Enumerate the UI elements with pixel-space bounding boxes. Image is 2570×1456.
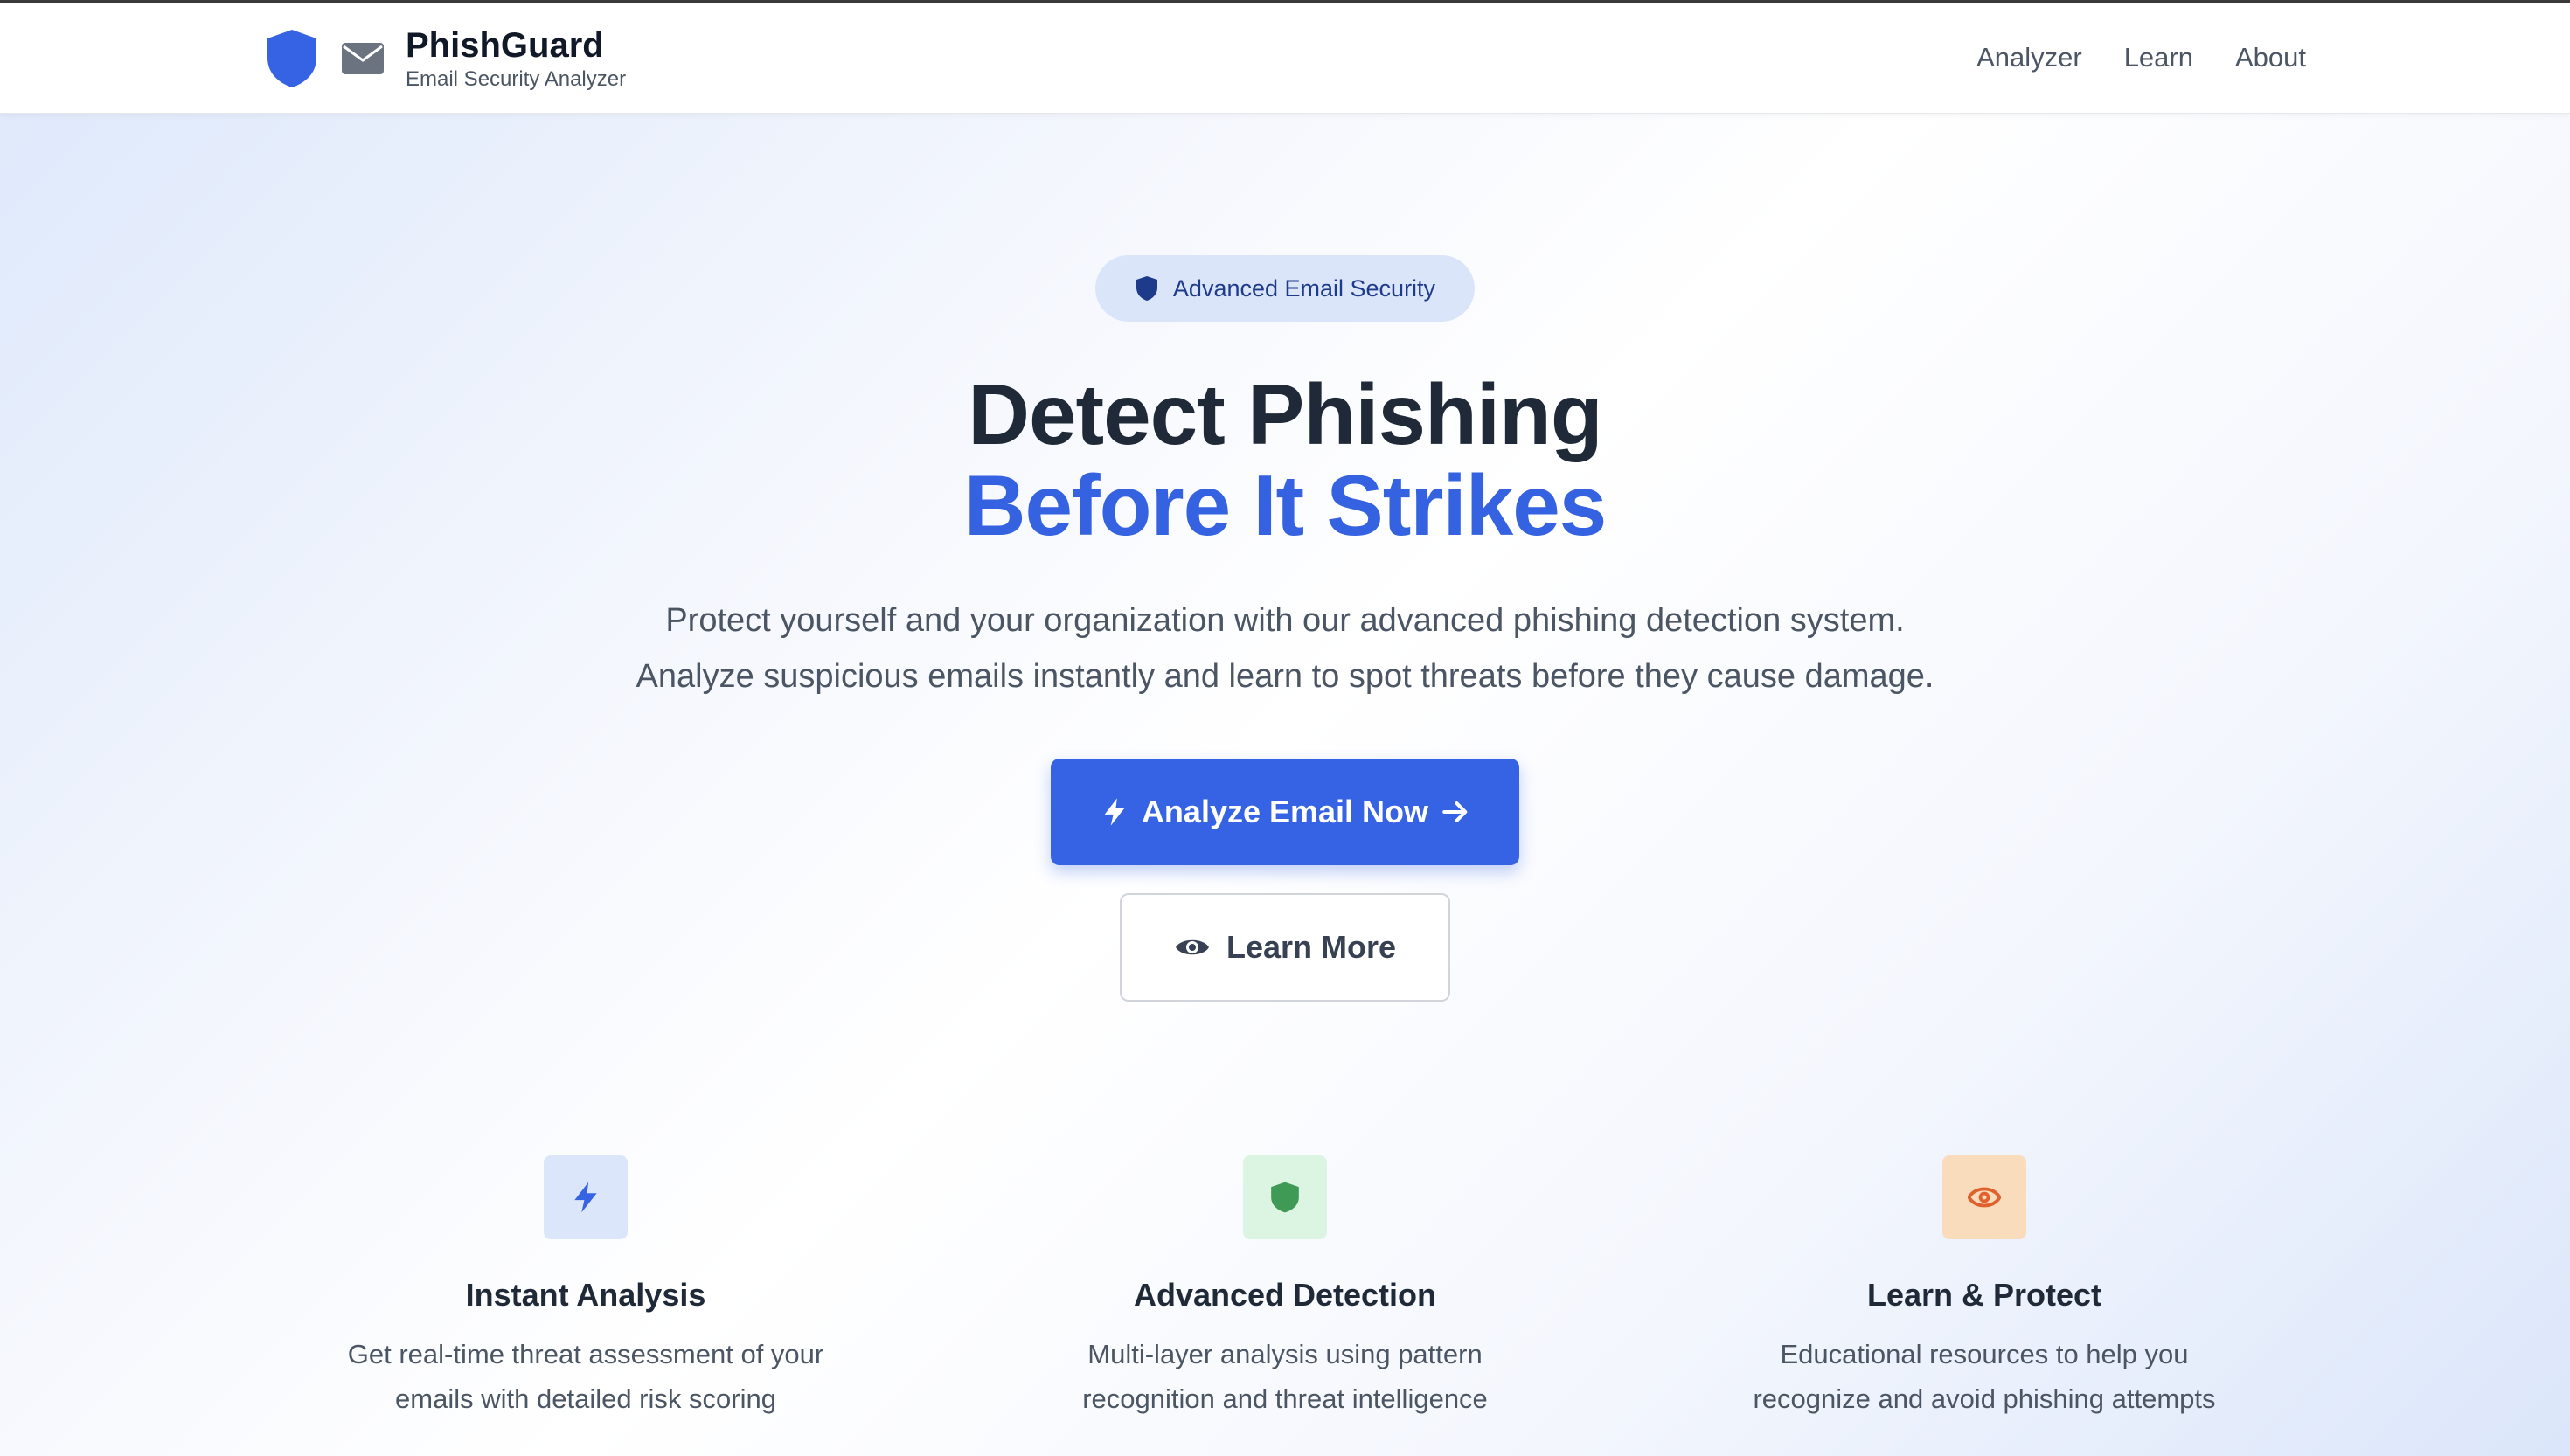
feature-title: Advanced Detection — [1133, 1277, 1437, 1313]
hero-description-line1: Protect yourself and your organization w… — [665, 602, 1905, 639]
brand-subtitle: Email Security Analyzer — [406, 67, 627, 91]
eye-icon — [1175, 939, 1209, 955]
hero-headline-accent: Before It Strikes — [963, 457, 1608, 553]
feature-description-line1: Get real-time threat assessment of your — [347, 1339, 824, 1369]
hero-badge: Advanced Email Security — [1095, 255, 1475, 322]
lightning-icon — [574, 1182, 597, 1213]
main-nav: Analyzer Learn About — [1976, 38, 2306, 78]
feature-icon-box — [544, 1155, 628, 1239]
shield-icon — [1271, 1182, 1299, 1213]
analyze-email-label: Analyze Email Now — [1141, 794, 1429, 829]
hero-description-line2: Analyze suspicious emails instantly and … — [636, 658, 1934, 695]
mail-icon — [342, 43, 384, 74]
feature-description-line2: recognize and avoid phishing attempts — [1753, 1383, 2216, 1414]
shield-icon — [1136, 276, 1157, 301]
feature-title: Instant Analysis — [465, 1277, 706, 1313]
feature-description-line1: Multi-layer analysis using pattern — [1087, 1339, 1483, 1369]
feature-icon-box — [1942, 1155, 2026, 1239]
analyze-email-button[interactable]: Analyze Email Now — [1051, 759, 1519, 865]
feature-description-line1: Educational resources to help you — [1780, 1339, 2189, 1369]
feature-advanced-detection: Advanced Detection Multi-layer analysis … — [979, 1155, 1591, 1421]
hero-headline: Detect Phishing — [968, 366, 1603, 462]
feature-icon-box — [1243, 1155, 1327, 1239]
learn-more-button[interactable]: Learn More — [1120, 893, 1450, 1002]
arrow-right-icon — [1442, 801, 1468, 822]
feature-description-line2: recognition and threat intelligence — [1082, 1383, 1488, 1414]
learn-more-label: Learn More — [1226, 929, 1397, 965]
brand-title: PhishGuard — [406, 26, 604, 65]
eye-icon — [1968, 1187, 2001, 1208]
site-header: PhishGuard Email Security Analyzer Analy… — [0, 3, 2570, 114]
feature-instant-analysis: Instant Analysis Get real-time threat as… — [280, 1155, 892, 1421]
feature-description-line2: emails with detailed risk scoring — [395, 1383, 776, 1414]
shield-icon — [267, 30, 316, 87]
feature-learn-protect: Learn & Protect Educational resources to… — [1678, 1155, 2290, 1421]
lightning-icon — [1104, 798, 1125, 826]
nav-link-learn[interactable]: Learn — [2124, 38, 2193, 78]
brand-logo[interactable]: PhishGuard Email Security Analyzer — [264, 25, 626, 92]
feature-title: Learn & Protect — [1866, 1277, 2102, 1313]
nav-link-analyzer[interactable]: Analyzer — [1976, 38, 2082, 78]
brand-text: PhishGuard Email Security Analyzer — [406, 25, 626, 92]
badge-label: Advanced Email Security — [1172, 274, 1436, 302]
nav-link-about[interactable]: About — [2235, 38, 2306, 78]
